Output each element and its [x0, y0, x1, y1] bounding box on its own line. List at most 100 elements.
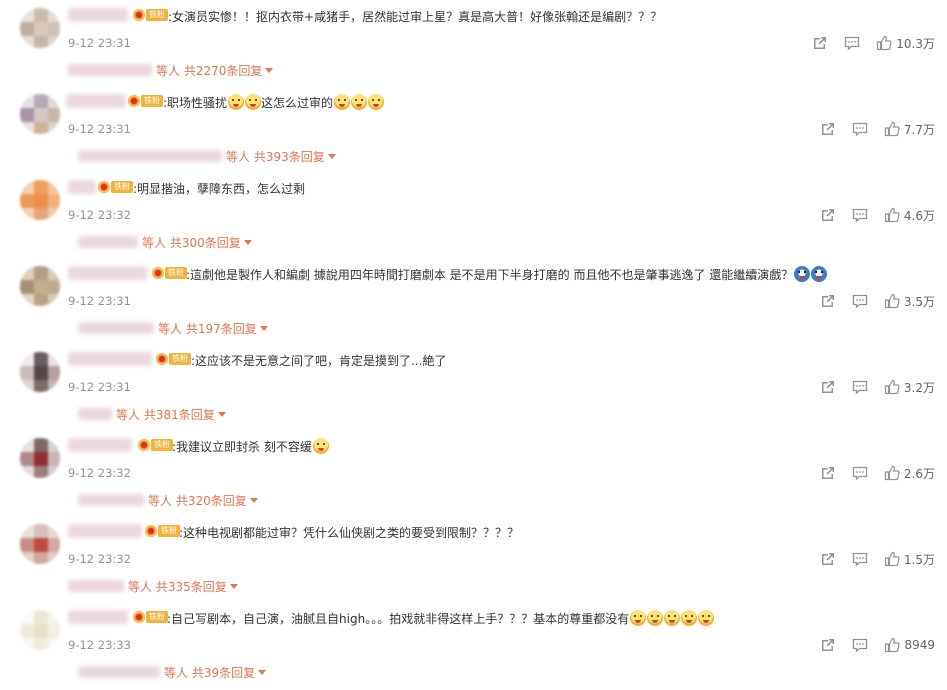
- share-icon[interactable]: [820, 551, 836, 567]
- comment-item: 铁粉 :这应该不是无意之间了吧，肯定是摸到了...絶了 9-12 23:31 3…: [0, 344, 947, 430]
- like-count: 2.6万: [903, 466, 935, 481]
- username[interactable]: [66, 94, 126, 108]
- like-count: 10.3万: [896, 36, 935, 51]
- comment-actions: 3.2万: [820, 378, 935, 396]
- comment-icon[interactable]: [852, 379, 868, 395]
- heart-icon: [138, 439, 150, 451]
- username[interactable]: [68, 438, 132, 452]
- comment-icon[interactable]: [844, 35, 860, 51]
- reply-users: [68, 580, 124, 592]
- comment-text: :這劇他是製作人和編劇 據說用四年時間打磨劇本 是不是用下半身打磨的 而且他不也…: [186, 266, 828, 284]
- like-icon[interactable]: [884, 465, 900, 481]
- avatar[interactable]: [20, 524, 60, 564]
- comment-time: 9-12 23:31: [68, 294, 131, 308]
- comment-text: :明显揩油，孽障东西，怎么过剩: [133, 182, 306, 196]
- comment-time: 9-12 23:31: [68, 380, 131, 394]
- angry-face-icon: [664, 610, 681, 626]
- username[interactable]: [68, 524, 142, 538]
- share-icon[interactable]: [820, 121, 836, 137]
- avatar[interactable]: [20, 94, 60, 134]
- doraemon-icon: [811, 266, 828, 282]
- comment-text: :职场性骚扰 这怎么过审的: [163, 94, 385, 112]
- share-icon[interactable]: [820, 293, 836, 309]
- username[interactable]: [68, 610, 128, 624]
- username[interactable]: [68, 352, 152, 366]
- reply-users: [78, 150, 222, 162]
- like-count: 7.7万: [903, 122, 935, 137]
- comment-time: 9-12 23:31: [68, 36, 131, 50]
- comment-icon[interactable]: [852, 207, 868, 223]
- like-icon[interactable]: [884, 551, 900, 567]
- sweat-face-icon: [351, 94, 368, 110]
- replies-link[interactable]: 等人 共320条回复: [78, 492, 258, 508]
- like-icon[interactable]: [876, 35, 892, 51]
- comment-time: 9-12 23:33: [68, 638, 131, 652]
- avatar[interactable]: [20, 352, 60, 392]
- heart-icon: [156, 353, 168, 365]
- caret-down-icon: [217, 411, 226, 417]
- comment-item: 铁粉 :自己写剧本，自己演，油腻且自high。。。拍戏就非得这样上手？？？基本的…: [0, 602, 947, 688]
- replies-link[interactable]: 等人 共300条回复: [78, 234, 252, 250]
- comment-text: :我建议立即封杀 刻不容缓: [172, 438, 329, 456]
- reply-users: [78, 322, 154, 334]
- comment-icon[interactable]: [852, 465, 868, 481]
- fan-badge: 铁粉: [128, 93, 163, 109]
- comment-item: 铁粉 :這劇他是製作人和編劇 據說用四年時間打磨劇本 是不是用下半身打磨的 而且…: [0, 258, 947, 344]
- comment-actions: 4.6万: [820, 206, 935, 224]
- avatar[interactable]: [20, 8, 60, 48]
- fan-badge: 铁粉: [133, 7, 168, 23]
- comment-item: 铁粉 :明显揩油，孽障东西，怎么过剩 9-12 23:32 4.6万 等人 共3…: [0, 172, 947, 258]
- share-icon[interactable]: [820, 637, 836, 653]
- avatar[interactable]: [20, 266, 60, 306]
- heart-icon: [145, 525, 157, 537]
- comment-icon[interactable]: [852, 293, 868, 309]
- comment-icon[interactable]: [852, 551, 868, 567]
- share-icon[interactable]: [812, 35, 828, 51]
- fan-badge: 铁粉: [145, 523, 180, 539]
- replies-link[interactable]: 等人 共39条回复: [78, 664, 267, 680]
- username[interactable]: [68, 180, 96, 194]
- angry-face-icon: [681, 610, 698, 626]
- avatar[interactable]: [20, 610, 60, 650]
- replies-link[interactable]: 等人 共2270条回复: [68, 62, 274, 78]
- avatar[interactable]: [20, 438, 60, 478]
- sweat-face-icon: [228, 94, 245, 110]
- sweat-face-icon: [334, 94, 351, 110]
- comment-actions: 1.5万: [820, 550, 935, 568]
- comment-item: 铁粉 :职场性骚扰 这怎么过审的 9-12 23:31 7.7万 等人 共393条…: [0, 86, 947, 172]
- like-icon[interactable]: [884, 207, 900, 223]
- comment-list: 铁粉 :女演员实惨！！抠内衣带+咸猪手，居然能过审上星？真是高大普！好像张翰还是…: [0, 0, 947, 690]
- caret-down-icon: [327, 153, 336, 159]
- comment-actions: 8949: [820, 636, 935, 654]
- username[interactable]: [68, 8, 128, 22]
- crying-face-icon: [312, 438, 329, 454]
- username[interactable]: [68, 266, 148, 280]
- reply-users: [78, 408, 112, 420]
- heart-icon: [98, 181, 110, 193]
- like-icon[interactable]: [884, 121, 900, 137]
- comment-actions: 2.6万: [820, 464, 935, 482]
- replies-link[interactable]: 等人 共335条回复: [68, 578, 238, 594]
- like-icon[interactable]: [884, 379, 900, 395]
- share-icon[interactable]: [820, 465, 836, 481]
- avatar[interactable]: [20, 180, 60, 220]
- caret-down-icon: [265, 67, 274, 73]
- like-icon[interactable]: [884, 637, 901, 653]
- share-icon[interactable]: [820, 207, 836, 223]
- caret-down-icon: [243, 239, 252, 245]
- comment-icon[interactable]: [852, 121, 868, 137]
- fan-badge: 铁粉: [138, 437, 173, 453]
- comment-time: 9-12 23:31: [68, 122, 131, 136]
- angry-face-icon: [630, 610, 647, 626]
- reply-users: [68, 64, 152, 76]
- sweat-face-icon: [245, 94, 262, 110]
- comment-icon[interactable]: [852, 637, 868, 653]
- like-icon[interactable]: [884, 293, 900, 309]
- share-icon[interactable]: [820, 379, 836, 395]
- comment-text: :自己写剧本，自己演，油腻且自high。。。拍戏就非得这样上手？？？基本的尊重都…: [167, 610, 715, 628]
- replies-link[interactable]: 等人 共393条回复: [78, 148, 336, 164]
- replies-link[interactable]: 等人 共381条回复: [78, 406, 226, 422]
- comment-actions: 7.7万: [820, 120, 935, 138]
- replies-link[interactable]: 等人 共197条回复: [78, 320, 268, 336]
- comment-time: 9-12 23:32: [68, 208, 131, 222]
